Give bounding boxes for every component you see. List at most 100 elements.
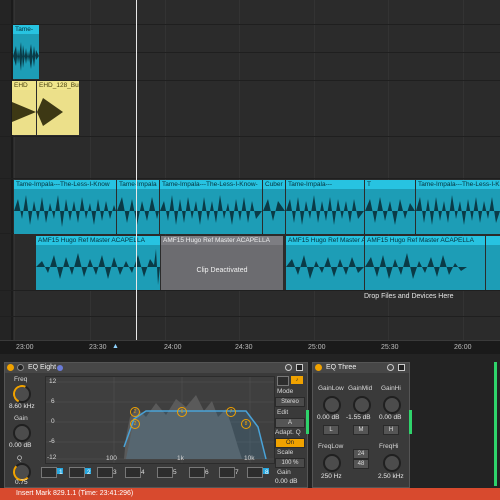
freq-scale-label: 100 — [106, 455, 117, 462]
clip-name: Cuber — [263, 180, 285, 189]
clip-name — [486, 236, 500, 245]
bell-icon[interactable] — [189, 467, 205, 478]
audio-clip[interactable]: Tame-Impala — [117, 180, 159, 234]
gain-mid-knob[interactable] — [353, 396, 371, 414]
eq-band-dot[interactable]: 6 — [177, 407, 187, 417]
highcut-icon[interactable] — [247, 467, 263, 478]
freq-hi-knob[interactable] — [383, 454, 401, 472]
clip-name: Tame-Impala--- — [286, 180, 364, 189]
audio-clip[interactable]: Cuber — [263, 180, 285, 234]
device-power-icon[interactable] — [7, 364, 14, 371]
eq-band-dot[interactable]: 2 — [130, 419, 140, 429]
clip-name: Tame-Impala---The-Less-I-Know — [14, 180, 116, 189]
freq-knob[interactable] — [10, 382, 34, 406]
mode-select[interactable]: Stereo — [275, 397, 305, 407]
scale-value[interactable]: 100 % — [275, 458, 305, 468]
band-number: 6 — [205, 469, 209, 476]
arrangement-view[interactable]: Tame- EHD EHD_128_Bu Tame-Impala---The-L… — [0, 0, 500, 340]
filter-band-8[interactable]: 8 — [247, 467, 273, 479]
ruler-tick: 26:00 — [454, 344, 472, 351]
audio-clip[interactable]: Tame-Impala---The-Less-I-Know — [416, 180, 500, 234]
time-ruler[interactable]: 23:00 23:30 24:00 24:30 25:00 25:30 26:0… — [0, 340, 500, 355]
audio-clip[interactable]: Tame-Impala---The-Less-I-Know — [14, 180, 116, 234]
bell-icon[interactable] — [97, 467, 113, 478]
eq-eight-device: EQ Eight Freq 8.60 kHz Gain 0.00 dB Q 0.… — [4, 362, 308, 488]
eq-frequency-graph[interactable]: 2 6 7 8 2 12 6 0 -6 -12 100 1k 10k — [45, 376, 275, 464]
device-collapse-icon[interactable] — [296, 364, 303, 371]
q-value[interactable]: 0.75 — [15, 479, 28, 486]
device-power-icon[interactable] — [315, 364, 322, 371]
clip-name: Tame-Impala---The-Less-I-Know- — [160, 180, 262, 189]
audio-clip[interactable]: AMF15 Hugo Ref Master ACAPELLA — [36, 236, 160, 290]
filter-band-1[interactable]: 1 — [41, 467, 67, 479]
gain-value[interactable]: 0.00 dB — [9, 442, 31, 449]
filter-band-5[interactable]: 5 — [157, 467, 183, 479]
audio-clip[interactable] — [486, 236, 500, 290]
gain-mid-label: GainMid — [348, 385, 373, 392]
band-number: 2 — [87, 469, 91, 476]
gain-hi-value[interactable]: 0.00 dB — [379, 414, 401, 421]
freq-scale-label: 1k — [177, 455, 184, 462]
gain-low-knob[interactable] — [323, 396, 341, 414]
freq-low-value[interactable]: 250 Hz — [321, 473, 342, 480]
clip-waveform — [286, 189, 364, 234]
edit-ab-button[interactable]: A — [275, 418, 305, 428]
audio-clip[interactable]: AMF15 Hugo Ref Master ACAPELLA — [365, 236, 485, 290]
high-on-button[interactable]: H — [383, 425, 399, 435]
device-settings-icon[interactable] — [387, 364, 394, 371]
gain-hi-knob[interactable] — [383, 396, 401, 414]
level-meter — [494, 362, 497, 486]
ruler-tick: 24:00 — [164, 344, 182, 351]
audition-toggle[interactable]: ♪ — [291, 376, 303, 384]
audio-clip[interactable]: T — [365, 180, 415, 234]
low-on-button[interactable]: L — [323, 425, 339, 435]
slope-24-button[interactable]: 24 — [353, 449, 369, 459]
audio-clip[interactable]: Tame-Impala---The-Less-I-Know- — [160, 180, 262, 234]
device-settings-icon[interactable] — [285, 364, 292, 371]
ruler-tick: 25:30 — [381, 344, 399, 351]
band-number: 4 — [141, 469, 145, 476]
device-hotswap-icon[interactable] — [17, 364, 24, 371]
clip-name: Tame-Impala — [117, 180, 159, 189]
slope-48-button[interactable]: 48 — [353, 459, 369, 469]
audio-clip[interactable]: AMF15 Hugo Ref Master ACAPELLA — [286, 236, 364, 290]
output-gain-value[interactable]: 0.00 dB — [275, 478, 297, 485]
shelf-icon[interactable] — [125, 467, 141, 478]
filter-band-3[interactable]: 3 — [97, 467, 123, 479]
eq-band-dot[interactable]: 8 — [241, 419, 251, 429]
clip-name: EHD_128_Bu — [37, 81, 79, 90]
audio-clip[interactable]: Tame- — [13, 25, 39, 79]
bell-icon[interactable] — [157, 467, 173, 478]
filter-band-6[interactable]: 6 — [189, 467, 215, 479]
bell-icon[interactable] — [219, 467, 235, 478]
mode-label: Mode — [277, 388, 294, 395]
device-title-bar: EQ Eight — [5, 363, 307, 373]
eq-band-dot[interactable]: 7 — [226, 407, 236, 417]
audio-clip[interactable]: Tame-Impala--- — [286, 180, 364, 234]
filter-band-2[interactable]: 2 — [69, 467, 95, 479]
playhead-cursor[interactable] — [136, 0, 137, 345]
db-scale-label: 6 — [51, 398, 55, 405]
audio-clip[interactable]: EHD — [12, 81, 36, 135]
clip-waveform — [365, 245, 485, 290]
freq-low-knob[interactable] — [323, 454, 341, 472]
audio-clip[interactable]: EHD_128_Bu — [37, 81, 79, 135]
freq-value[interactable]: 8.60 kHz — [9, 403, 35, 410]
eq-band-dot[interactable]: 2 — [130, 407, 140, 417]
bell-icon[interactable] — [69, 467, 85, 478]
freq-hi-value[interactable]: 2.50 kHz — [378, 473, 404, 480]
audio-clip-deactivated[interactable]: AMF15 Hugo Ref Master ACAPELLA Clip Deac… — [161, 236, 283, 290]
filter-band-4[interactable]: 4 — [125, 467, 151, 479]
clip-waveform — [37, 90, 79, 135]
lowcut-icon[interactable] — [41, 467, 57, 478]
display-toggle-icon[interactable] — [277, 376, 289, 386]
track-edge — [0, 0, 11, 340]
freq-label: Freq — [14, 376, 28, 383]
gain-mid-value[interactable]: -1.55 dB — [346, 414, 371, 421]
mid-on-button[interactable]: M — [353, 425, 369, 435]
gain-knob[interactable] — [13, 424, 31, 442]
filter-band-7[interactable]: 7 — [219, 467, 245, 479]
device-collapse-icon[interactable] — [398, 364, 405, 371]
gain-low-value[interactable]: 0.00 dB — [317, 414, 339, 421]
adapt-q-toggle[interactable]: On — [275, 438, 305, 448]
